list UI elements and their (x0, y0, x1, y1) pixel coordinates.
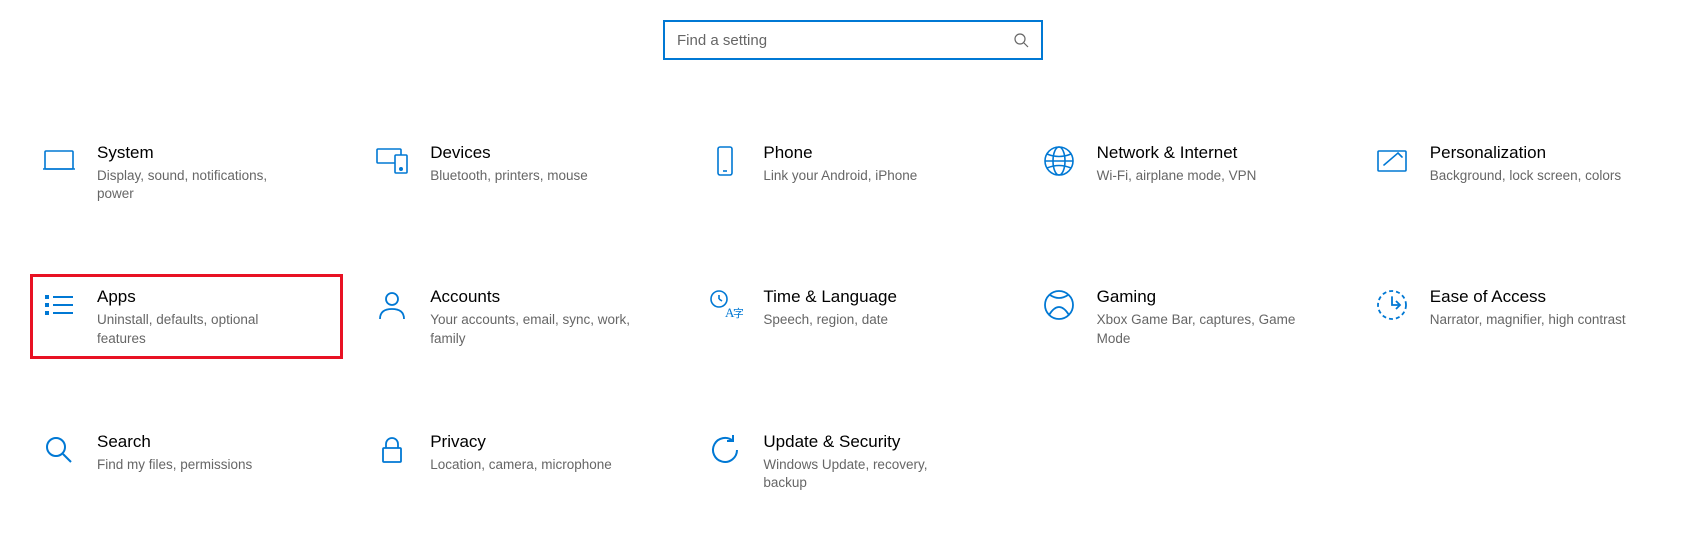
tile-network[interactable]: Network & Internet Wi-Fi, airplane mode,… (1030, 130, 1343, 214)
magnifier-icon (39, 430, 79, 470)
tile-desc: Uninstall, defaults, optional features (97, 311, 297, 347)
tile-title: Personalization (1430, 143, 1667, 163)
tile-desc: Your accounts, email, sync, work, family (430, 311, 630, 347)
tile-accounts[interactable]: Accounts Your accounts, email, sync, wor… (363, 274, 676, 358)
svg-text:字: 字 (733, 306, 743, 320)
tile-desc: Narrator, magnifier, high contrast (1430, 311, 1630, 329)
tile-desc: Link your Android, iPhone (763, 167, 963, 185)
lock-icon (372, 430, 412, 470)
update-icon (705, 430, 745, 470)
settings-grid: System Display, sound, notifications, po… (0, 60, 1706, 533)
search-input[interactable] (677, 32, 1013, 49)
tile-personalization[interactable]: Personalization Background, lock screen,… (1363, 130, 1676, 214)
search-icon (1013, 32, 1029, 48)
tile-title: Phone (763, 143, 1000, 163)
tile-title: Devices (430, 143, 667, 163)
ease-of-access-icon (1372, 285, 1412, 325)
tile-phone[interactable]: Phone Link your Android, iPhone (696, 130, 1009, 214)
tile-desc: Xbox Game Bar, captures, Game Mode (1097, 311, 1297, 347)
tile-search[interactable]: Search Find my files, permissions (30, 419, 343, 503)
tile-desc: Speech, region, date (763, 311, 963, 329)
tile-privacy[interactable]: Privacy Location, camera, microphone (363, 419, 676, 503)
time-language-icon: A 字 (705, 285, 745, 325)
person-icon (372, 285, 412, 325)
phone-icon (705, 141, 745, 181)
tile-apps[interactable]: Apps Uninstall, defaults, optional featu… (30, 274, 343, 358)
tile-desc: Display, sound, notifications, power (97, 167, 297, 203)
tile-desc: Wi-Fi, airplane mode, VPN (1097, 167, 1297, 185)
devices-icon (372, 141, 412, 181)
tile-devices[interactable]: Devices Bluetooth, printers, mouse (363, 130, 676, 214)
globe-icon (1039, 141, 1079, 181)
tile-title: Privacy (430, 432, 667, 452)
tile-desc: Location, camera, microphone (430, 456, 630, 474)
xbox-icon (1039, 285, 1079, 325)
tile-desc: Background, lock screen, colors (1430, 167, 1630, 185)
tile-update-security[interactable]: Update & Security Windows Update, recove… (696, 419, 1009, 503)
tile-title: Gaming (1097, 287, 1334, 307)
tile-ease-of-access[interactable]: Ease of Access Narrator, magnifier, high… (1363, 274, 1676, 358)
tile-desc: Windows Update, recovery, backup (763, 456, 963, 492)
apps-icon (39, 285, 79, 325)
tile-desc: Bluetooth, printers, mouse (430, 167, 630, 185)
tile-gaming[interactable]: Gaming Xbox Game Bar, captures, Game Mod… (1030, 274, 1343, 358)
tile-title: Accounts (430, 287, 667, 307)
tile-title: Time & Language (763, 287, 1000, 307)
tile-title: Search (97, 432, 334, 452)
tile-system[interactable]: System Display, sound, notifications, po… (30, 130, 343, 214)
tile-title: Apps (97, 287, 334, 307)
personalization-icon (1372, 141, 1412, 181)
tile-time-language[interactable]: A 字 Time & Language Speech, region, date (696, 274, 1009, 358)
tile-desc: Find my files, permissions (97, 456, 297, 474)
tile-title: System (97, 143, 334, 163)
search-box[interactable] (663, 20, 1043, 60)
system-icon (39, 141, 79, 181)
tile-title: Network & Internet (1097, 143, 1334, 163)
tile-title: Update & Security (763, 432, 1000, 452)
tile-title: Ease of Access (1430, 287, 1667, 307)
